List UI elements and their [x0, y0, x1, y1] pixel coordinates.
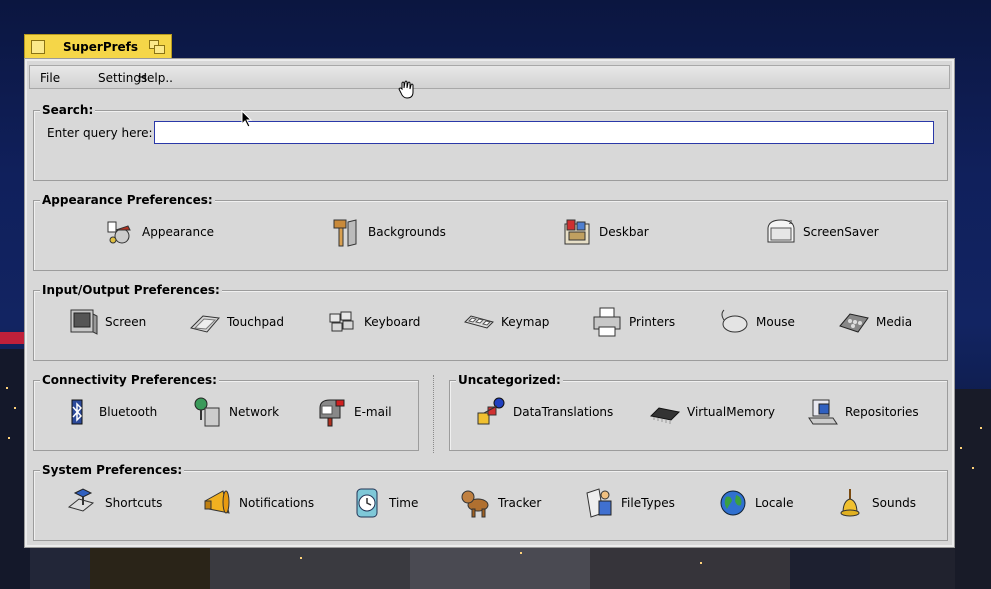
pref-repositories[interactable]: Repositories [807, 396, 919, 428]
network-icon [194, 397, 220, 427]
pref-keymap[interactable]: Keymap [463, 306, 549, 338]
pref-virtualmemory[interactable]: VirtualMemory [649, 396, 775, 428]
bell-icon [840, 489, 860, 517]
appearance-heading: Appearance Preferences: [40, 193, 215, 207]
connectivity-heading: Connectivity Preferences: [40, 373, 219, 387]
pref-label: Shortcuts [105, 496, 163, 510]
pref-label: Media [876, 315, 913, 329]
clock-icon [356, 488, 378, 518]
globe-icon [720, 490, 746, 516]
printer-icon [593, 307, 621, 337]
tracker-dog-icon [461, 490, 489, 518]
pref-touchpad[interactable]: Touchpad [189, 306, 284, 338]
search-input[interactable] [154, 121, 934, 144]
pref-label: Repositories [845, 405, 919, 419]
svg-text:z: z [789, 219, 792, 226]
close-button[interactable] [31, 40, 45, 54]
pref-label: Time [389, 496, 419, 510]
pref-label: Mouse [756, 315, 795, 329]
window-tab[interactable]: SuperPrefs [24, 34, 172, 58]
megaphone-icon [204, 490, 230, 514]
keyboard-icon [329, 311, 354, 332]
pref-label: Touchpad [227, 315, 285, 329]
deskbar-icon [564, 219, 590, 245]
pref-label: DataTranslations [513, 405, 614, 419]
screensaver-icon: z [767, 219, 795, 243]
pref-time[interactable]: Time [351, 487, 418, 519]
touchpad-icon [190, 315, 220, 333]
pref-label: Network [229, 405, 280, 419]
shortcuts-icon [67, 488, 95, 512]
pref-mouse[interactable]: Mouse [718, 306, 795, 338]
io-heading: Input/Output Preferences: [40, 283, 222, 297]
pref-network[interactable]: Network [191, 396, 279, 428]
pref-media[interactable]: Media [838, 306, 912, 338]
pref-label: Keymap [501, 315, 550, 329]
system-group: System Preferences: Shortcuts Notificati… [33, 464, 948, 541]
pref-label: Notifications [239, 496, 315, 510]
pref-deskbar[interactable]: Deskbar [561, 216, 649, 248]
pref-datatranslations[interactable]: DataTranslations [475, 396, 613, 428]
search-label: Enter query here: [47, 126, 153, 140]
io-group: Input/Output Preferences: Screen Touchpa… [33, 284, 948, 361]
window-title: SuperPrefs [63, 40, 139, 54]
pref-label: FileTypes [621, 496, 675, 510]
pref-appearance[interactable]: Appearance [104, 216, 214, 248]
pref-label: Locale [755, 496, 794, 510]
pref-filetypes[interactable]: FileTypes [583, 487, 675, 519]
mailbox-icon [319, 399, 345, 427]
uncategorized-group: Uncategorized: DataTranslations VirtualM… [449, 374, 948, 451]
memory-chip-icon [649, 407, 681, 424]
superprefs-window: File Settings Help.. Search: Enter query… [24, 58, 955, 548]
pref-label: Bluetooth [99, 405, 158, 419]
uncategorized-heading: Uncategorized: [456, 373, 563, 387]
pref-printers[interactable]: Printers [591, 306, 675, 338]
pref-label: E-mail [354, 405, 392, 419]
pref-sounds[interactable]: Sounds [834, 487, 916, 519]
pref-screensaver[interactable]: z ScreenSaver [765, 216, 879, 248]
media-icon [839, 313, 869, 333]
pref-email[interactable]: E-mail [316, 396, 392, 428]
pref-label: ScreenSaver [803, 225, 879, 239]
pref-keyboard[interactable]: Keyboard [326, 306, 420, 338]
mouse-pointer-icon [241, 110, 253, 128]
pref-label: Printers [629, 315, 676, 329]
group-separator [433, 375, 434, 453]
search-heading: Search: [40, 103, 96, 117]
pref-label: Tracker [498, 496, 542, 510]
bluetooth-icon [71, 399, 83, 425]
appearance-icon [107, 221, 131, 244]
pref-label: VirtualMemory [687, 405, 776, 419]
pref-label: Sounds [872, 496, 917, 510]
hand-pointer-icon [398, 80, 414, 99]
pref-label: Appearance [142, 225, 215, 239]
appearance-group: Appearance Preferences: Appearance Backg… [33, 194, 948, 271]
pref-bluetooth[interactable]: Bluetooth [61, 396, 157, 428]
datatranslations-icon [477, 397, 505, 425]
repositories-icon [808, 399, 838, 425]
connectivity-group: Connectivity Preferences: Bluetooth Netw… [33, 374, 419, 451]
pref-label: Deskbar [599, 225, 649, 239]
menu-file[interactable]: File [40, 71, 60, 85]
zoom-button[interactable] [149, 40, 165, 54]
pref-locale[interactable]: Locale [717, 487, 793, 519]
mouse-icon [721, 309, 748, 333]
system-heading: System Preferences: [40, 463, 185, 477]
pref-label: Screen [105, 315, 147, 329]
backgrounds-icon [333, 219, 357, 247]
pref-screen[interactable]: Screen [67, 306, 146, 338]
pref-backgrounds[interactable]: Backgrounds [330, 216, 446, 248]
screen-icon [70, 309, 98, 335]
pref-notifications[interactable]: Notifications [201, 487, 314, 519]
pref-tracker[interactable]: Tracker [460, 487, 541, 519]
pref-label: Keyboard [364, 315, 421, 329]
pref-shortcuts[interactable]: Shortcuts [67, 487, 162, 519]
filetypes-icon [586, 488, 612, 518]
menu-help[interactable]: Help.. [138, 71, 173, 85]
search-group: Search: Enter query here: [33, 104, 948, 181]
keymap-icon [464, 315, 494, 329]
menu-bar: File Settings Help.. [29, 65, 950, 89]
pref-label: Backgrounds [368, 225, 446, 239]
